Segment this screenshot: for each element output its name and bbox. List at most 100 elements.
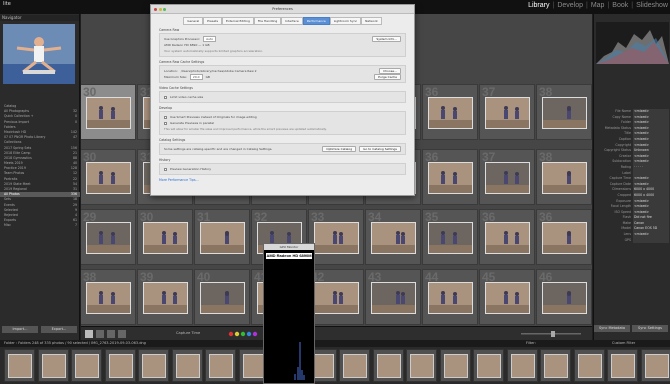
photo-thumbnail[interactable]: [485, 282, 530, 314]
filmstrip-thumbnail[interactable]: [439, 349, 471, 382]
grid-cell[interactable]: 36: [479, 209, 535, 265]
grid-cell[interactable]: 29: [81, 209, 136, 265]
grid-cell[interactable]: 45: [479, 269, 535, 325]
tab-external-editing[interactable]: External Editing: [222, 17, 254, 25]
navigator-header[interactable]: Navigator: [0, 15, 79, 21]
tab-presets[interactable]: Presets: [203, 17, 223, 25]
photo-thumbnail[interactable]: [485, 162, 530, 194]
photo-thumbnail[interactable]: [86, 282, 131, 314]
grid-cell[interactable]: 33: [308, 209, 364, 265]
grid-cell[interactable]: 39: [137, 269, 193, 325]
module-map[interactable]: Map: [591, 2, 605, 9]
filmstrip-thumbnail[interactable]: [339, 349, 370, 382]
purge-cache-button[interactable]: Purge Cache: [374, 74, 401, 80]
photo-thumbnail[interactable]: [542, 97, 587, 129]
module-develop[interactable]: Develop: [557, 2, 583, 9]
tab-network[interactable]: Network: [361, 17, 382, 25]
folder-row[interactable]: Misc 7: [0, 223, 80, 228]
use-gpu-select[interactable]: Auto: [203, 36, 217, 42]
grid-cell[interactable]: 38: [81, 269, 136, 325]
filmstrip-thumbnail[interactable]: [205, 349, 236, 382]
photo-thumbnail[interactable]: [314, 282, 359, 314]
grid-cell[interactable]: 30: [137, 209, 193, 265]
photo-thumbnail[interactable]: [86, 222, 131, 254]
minimize-dot-icon[interactable]: [158, 8, 162, 11]
filter-value[interactable]: Custom Filter: [612, 340, 635, 347]
filmstrip-thumbnail[interactable]: [607, 349, 638, 382]
filmstrip-thumbnail[interactable]: [573, 349, 605, 382]
sync-metadata-button[interactable]: Sync Metadata: [594, 325, 630, 332]
photo-thumbnail[interactable]: [143, 282, 188, 314]
history-checkbox[interactable]: [164, 167, 167, 171]
photo-thumbnail[interactable]: [485, 97, 530, 129]
photo-thumbnail[interactable]: [200, 222, 245, 254]
filmstrip-thumbnail[interactable]: [71, 349, 102, 382]
filmstrip-thumbnail[interactable]: [138, 349, 169, 382]
photo-thumbnail[interactable]: [428, 282, 473, 314]
sort-value[interactable]: Capture Time: [176, 331, 200, 335]
tab-interface[interactable]: Interface: [281, 17, 303, 25]
filmstrip-thumbnail[interactable]: [640, 349, 670, 382]
photo-thumbnail[interactable]: [542, 222, 587, 254]
filmstrip-thumbnail[interactable]: [506, 349, 538, 382]
module-slideshow[interactable]: Slideshow: [636, 2, 668, 9]
photo-thumbnail[interactable]: [371, 222, 416, 254]
grid-cell[interactable]: 44: [422, 269, 478, 325]
parallel-previews-checkbox[interactable]: [164, 121, 167, 125]
grid-cell[interactable]: 35: [422, 209, 478, 265]
tab-file-handling[interactable]: File Handling: [253, 17, 282, 25]
filmstrip-thumbnail[interactable]: [171, 349, 203, 382]
filmstrip-thumbnail[interactable]: [104, 349, 136, 382]
max-size-field[interactable]: 20.0: [189, 74, 203, 80]
grid-cell[interactable]: 31: [194, 209, 250, 265]
photo-thumbnail[interactable]: [542, 282, 587, 314]
tab-performance[interactable]: Performance: [302, 17, 330, 25]
close-dot-icon[interactable]: [154, 8, 157, 11]
grid-cell[interactable]: 37: [479, 149, 535, 205]
grid-cell[interactable]: 30: [81, 84, 136, 140]
navigator-preview[interactable]: [3, 24, 75, 84]
grid-cell[interactable]: 34: [365, 209, 421, 265]
grid-cell[interactable]: 36: [536, 209, 592, 265]
photo-thumbnail[interactable]: [86, 162, 131, 194]
grid-cell[interactable]: 43: [365, 269, 421, 325]
photo-thumbnail[interactable]: [428, 97, 473, 129]
grid-cell[interactable]: 36: [422, 149, 478, 205]
photo-thumbnail[interactable]: [371, 282, 416, 314]
import-button[interactable]: Import...: [2, 326, 38, 333]
grid-cell[interactable]: 37: [479, 84, 535, 140]
tab-lightroom-sync[interactable]: Lightroom Sync: [329, 17, 362, 25]
photo-thumbnail[interactable]: [143, 222, 188, 254]
zoom-dot-icon[interactable]: [163, 8, 166, 11]
grid-cell[interactable]: 30: [81, 149, 136, 205]
filmstrip-thumbnail[interactable]: [37, 349, 69, 382]
module-book[interactable]: Book: [612, 2, 628, 9]
photo-thumbnail[interactable]: [314, 222, 359, 254]
filmstrip-thumbnail[interactable]: [4, 349, 35, 382]
goto-catalog-settings-button[interactable]: Go to Catalog Settings: [359, 146, 401, 152]
filmstrip-thumbnail[interactable]: [372, 349, 404, 382]
photo-thumbnail[interactable]: [542, 162, 587, 194]
photo-thumbnail[interactable]: [86, 97, 131, 129]
grid-cell[interactable]: 40: [194, 269, 250, 325]
filmstrip-thumbnail[interactable]: [406, 349, 437, 382]
grid-cell[interactable]: 36: [422, 84, 478, 140]
metadata-value[interactable]: [633, 237, 669, 244]
grid-cell[interactable]: 46: [536, 269, 592, 325]
photo-thumbnail[interactable]: [200, 282, 245, 314]
photo-thumbnail[interactable]: [485, 222, 530, 254]
photo-thumbnail[interactable]: [428, 162, 473, 194]
filmstrip-thumbnail[interactable]: [540, 349, 571, 382]
filmstrip-thumbnail[interactable]: [473, 349, 504, 382]
tab-general[interactable]: General: [183, 17, 204, 25]
optimize-catalog-button[interactable]: Optimize Catalog: [322, 146, 357, 152]
grid-cell[interactable]: 42: [308, 269, 364, 325]
module-library[interactable]: Library: [528, 2, 549, 9]
performance-tips-link[interactable]: More Performance Tips...: [159, 178, 406, 182]
smart-previews-checkbox[interactable]: [164, 115, 167, 119]
grid-cell[interactable]: 38: [536, 84, 592, 140]
video-cache-checkbox[interactable]: [164, 95, 167, 99]
grid-cell[interactable]: 38: [536, 149, 592, 205]
photo-thumbnail[interactable]: [428, 222, 473, 254]
sync-settings-button[interactable]: Sync Settings: [632, 325, 668, 332]
